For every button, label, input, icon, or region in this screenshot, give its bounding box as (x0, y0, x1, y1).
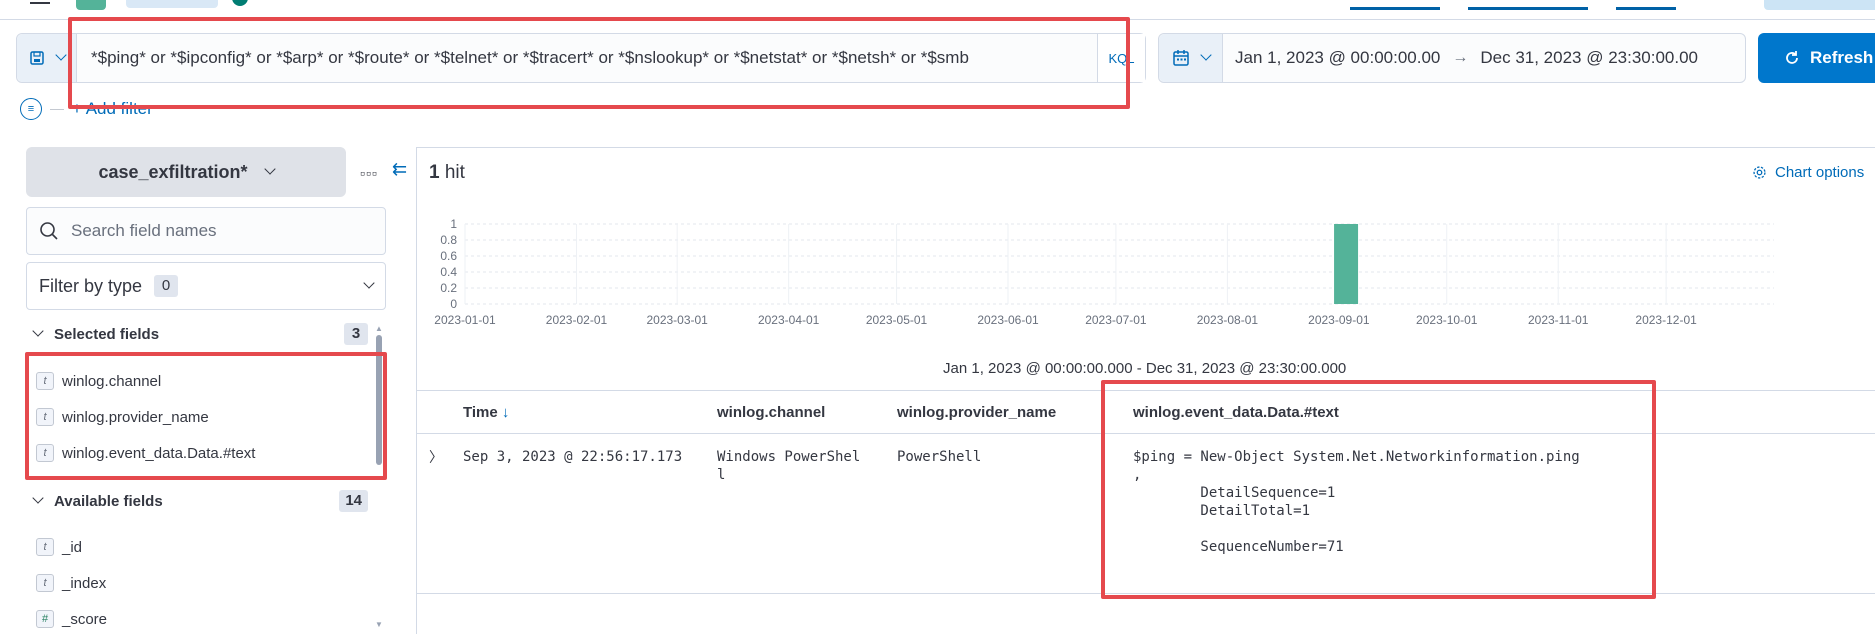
field-name: _index (62, 574, 107, 592)
scroll-down-icon[interactable]: ▼ (375, 620, 383, 629)
selected-fields-label: Selected fields (54, 325, 160, 343)
more-options-icon[interactable]: ▫▫▫ (360, 165, 378, 181)
field-name: _id (62, 538, 83, 556)
column-header-provider[interactable]: winlog.provider_name (897, 404, 1056, 421)
highlight-box-event-text (1101, 380, 1656, 599)
histogram-chart[interactable]: 0 0.2 0.4 0.6 0.8 1 2023-01-01 2023-02-01 2023-0… (417, 204, 1875, 354)
highlight-box-query (68, 17, 1130, 109)
x-tick-label: 2023-12-01 (1635, 313, 1697, 327)
refresh-icon (1786, 51, 1798, 64)
available-fields-label: Available fields (54, 492, 163, 510)
date-picker: Jan 1, 2023 @ 00:00:00.00 → Dec 31, 2023… (1158, 33, 1746, 83)
breadcrumb-pill[interactable] (126, 0, 218, 8)
top-action-button[interactable] (1764, 0, 1875, 10)
chevron-down-icon (54, 49, 67, 61)
x-tick-label: 2023-04-01 (758, 313, 820, 327)
top-links[interactable] (1350, 0, 1750, 10)
x-tick-label: 2023-10-01 (1416, 313, 1478, 327)
status-dot-icon (232, 0, 248, 6)
number-type-icon: # (36, 610, 54, 628)
start-date[interactable]: Jan 1, 2023 @ 00:00:00.00 (1223, 48, 1452, 68)
chart-date-range: Jan 1, 2023 @ 00:00:00.000 - Dec 31, 202… (943, 360, 1347, 377)
filter-count-badge: 0 (154, 275, 179, 297)
end-date[interactable]: Dec 31, 2023 @ 23:30:00.00 (1468, 48, 1710, 68)
index-pattern-selector[interactable]: case_exfiltration* (26, 147, 346, 197)
search-icon (40, 222, 58, 240)
chart-options-label: Chart options (1775, 164, 1865, 181)
available-count-badge: 14 (339, 490, 368, 512)
string-type-icon: t (36, 574, 54, 592)
hit-label: hit (444, 162, 465, 183)
cell-provider: PowerShell (897, 449, 982, 465)
chevron-down-icon (363, 277, 375, 289)
sort-down-icon[interactable]: ↓ (502, 404, 510, 421)
chevron-down-icon (263, 163, 276, 175)
chart-options-button[interactable]: Chart options (1752, 164, 1864, 181)
column-header-time[interactable]: Time ↓ (463, 404, 509, 421)
x-tick-label: 2023-08-01 (1197, 313, 1259, 327)
filter-by-type-button[interactable]: Filter by type 0 (26, 262, 386, 310)
y-tick-label: 0 (450, 297, 457, 311)
available-field-item[interactable]: t _index (36, 574, 106, 592)
x-tick-label: 2023-11-01 (1528, 313, 1589, 327)
x-tick-label: 2023-05-01 (866, 313, 928, 327)
cell-channel: Windows PowerShel l (717, 449, 861, 483)
chevron-down-icon (1199, 49, 1212, 61)
x-tick-label: 2023-02-01 (546, 313, 608, 327)
x-tick-label: 2023-06-01 (977, 313, 1039, 327)
field-search-input[interactable]: Search field names (26, 207, 386, 255)
gear-icon (1753, 166, 1766, 179)
chevron-down-icon (32, 325, 44, 337)
index-pattern-name: case_exfiltration* (98, 161, 248, 182)
y-tick-label: 0.2 (440, 281, 457, 295)
refresh-button[interactable]: Refresh (1758, 33, 1875, 83)
available-field-item[interactable]: t _id (36, 538, 82, 556)
hit-number: 1 (429, 162, 440, 183)
collapse-sidebar-icon[interactable]: ⇇ (392, 159, 407, 180)
filter-by-type-label: Filter by type (39, 275, 143, 296)
search-placeholder: Search field names (71, 221, 217, 240)
chevron-down-icon (32, 492, 44, 504)
y-tick-label: 1 (450, 217, 457, 231)
scroll-up-icon[interactable]: ▲ (375, 324, 383, 333)
available-field-item[interactable]: # _score (36, 610, 107, 628)
filter-icon[interactable]: ≡ (20, 98, 42, 120)
quick-menu-button[interactable] (1159, 34, 1223, 82)
arrow-right-icon: → (1452, 49, 1469, 66)
string-type-icon: t (36, 538, 54, 556)
cell-time: Sep 3, 2023 @ 22:56:17.173 (463, 449, 683, 465)
y-tick-label: 0.8 (440, 233, 457, 247)
calendar-icon (1172, 50, 1189, 66)
app-logo[interactable] (76, 0, 106, 10)
x-tick-label: 2023-01-01 (434, 313, 496, 327)
x-tick-label: 2023-07-01 (1085, 313, 1147, 327)
y-tick-label: 0.4 (440, 265, 457, 279)
menu-icon[interactable] (30, 0, 50, 4)
selected-fields-header[interactable]: Selected fields 3 (26, 323, 386, 345)
y-tick-label: 0.6 (440, 249, 457, 263)
hit-count: 1 hit (429, 162, 465, 184)
field-name: _score (62, 610, 108, 628)
x-tick-label: 2023-09-01 (1308, 313, 1370, 327)
divider (50, 108, 64, 110)
expand-row-icon[interactable]: 〉 (429, 448, 443, 466)
refresh-label: Refresh (1810, 48, 1874, 67)
save-icon (29, 51, 44, 65)
available-fields-header[interactable]: Available fields 14 (26, 490, 386, 512)
selected-count-badge: 3 (344, 323, 368, 345)
highlight-box-selected-fields (25, 352, 387, 480)
histogram-bar (1334, 224, 1359, 304)
column-header-channel[interactable]: winlog.channel (717, 404, 825, 421)
x-tick-label: 2023-03-01 (646, 313, 708, 327)
